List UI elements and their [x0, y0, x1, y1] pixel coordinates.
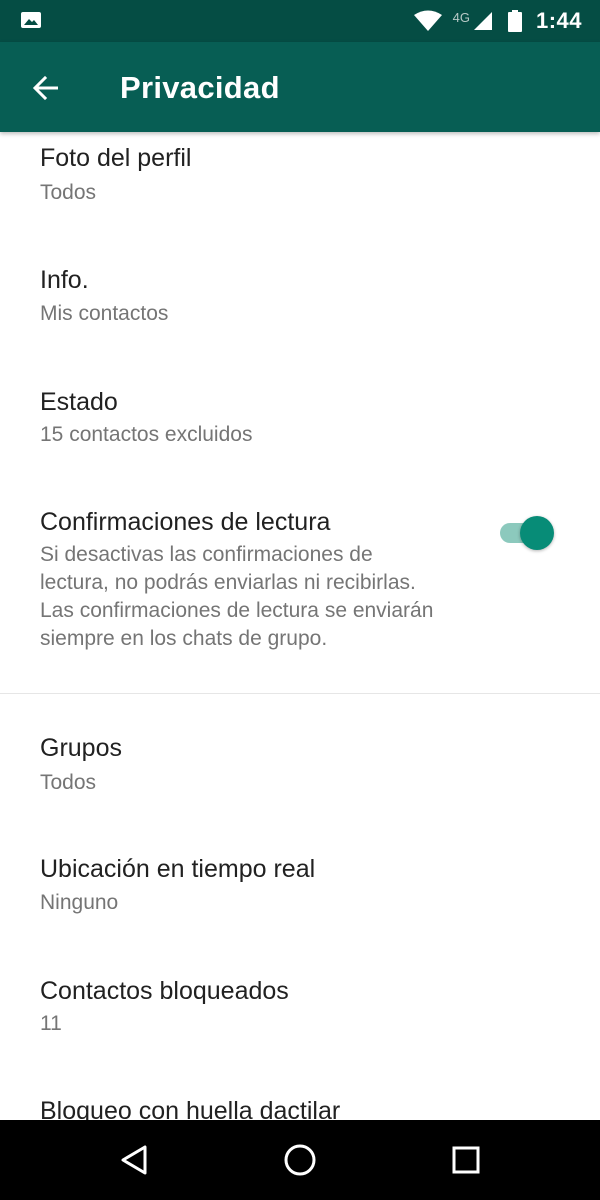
- setting-value: 15 contactos excluidos: [40, 423, 253, 446]
- setting-groups[interactable]: Grupos Todos: [0, 694, 600, 812]
- setting-info[interactable]: Info. Mis contactos: [0, 248, 600, 370]
- setting-label: Estado: [40, 388, 118, 416]
- setting-label: Confirmaciones de lectura: [40, 508, 331, 536]
- battery-icon: [507, 10, 522, 32]
- setting-blocked-contacts[interactable]: Contactos bloqueados 11: [0, 932, 600, 1054]
- toggle-thumb: [520, 516, 554, 550]
- image-icon: [21, 12, 41, 28]
- setting-value: Todos: [40, 771, 97, 794]
- recents-square-icon: [452, 1146, 480, 1174]
- nav-recents-button[interactable]: [444, 1138, 488, 1182]
- setting-live-location[interactable]: Ubicación en tiempo real Ninguno: [0, 812, 600, 932]
- back-triangle-icon: [121, 1145, 147, 1175]
- settings-list: Foto del perfil Todos Info. Mis contacto…: [0, 132, 600, 1120]
- page-title: Privacidad: [120, 70, 280, 105]
- description-line: siempre en los chats de grupo.: [40, 627, 328, 650]
- nav-home-button[interactable]: [278, 1138, 322, 1182]
- description-line: Si desactivas las confirmaciones de: [40, 543, 373, 566]
- app-bar: Privacidad: [0, 42, 600, 132]
- signal-icon: [473, 12, 492, 30]
- setting-value: Mis contactos: [40, 302, 169, 325]
- setting-label: Bloqueo con huella dactilar: [40, 1097, 341, 1120]
- setting-value: Ninguno: [40, 891, 119, 914]
- setting-fingerprint-lock[interactable]: Bloqueo con huella dactilar: [0, 1054, 600, 1120]
- setting-value: 11: [40, 1012, 62, 1035]
- setting-label: Grupos: [40, 734, 122, 762]
- setting-value: Todos: [40, 181, 97, 204]
- setting-status[interactable]: Estado 15 contactos excluidos: [0, 370, 600, 490]
- setting-label: Info.: [40, 266, 89, 294]
- privacy-settings-screen: 4G 1:44 Privacidad Foto del perfil Todos: [0, 0, 600, 1200]
- arrow-back-icon: [32, 76, 58, 100]
- home-circle-icon: [284, 1144, 316, 1176]
- network-type-label: 4G: [452, 10, 470, 25]
- setting-label: Contactos bloqueados: [40, 977, 289, 1005]
- description-line: lectura, no podrás enviarlas ni recibirl…: [40, 571, 416, 594]
- navigation-bar: [0, 1120, 600, 1200]
- description-line: Las confirmaciones de lectura se enviará…: [40, 599, 434, 622]
- nav-back-button[interactable]: [112, 1138, 156, 1182]
- read-receipts-toggle[interactable]: [498, 514, 556, 550]
- back-button[interactable]: [22, 66, 70, 110]
- setting-profile-photo[interactable]: Foto del perfil Todos: [0, 132, 600, 248]
- status-bar: 4G 1:44: [0, 0, 600, 42]
- clock: 1:44: [535, 8, 582, 33]
- setting-description: Si desactivas las confirmaciones de lect…: [40, 541, 490, 653]
- wifi-icon: [413, 10, 442, 31]
- setting-label: Foto del perfil: [40, 144, 192, 172]
- setting-label: Ubicación en tiempo real: [40, 855, 316, 883]
